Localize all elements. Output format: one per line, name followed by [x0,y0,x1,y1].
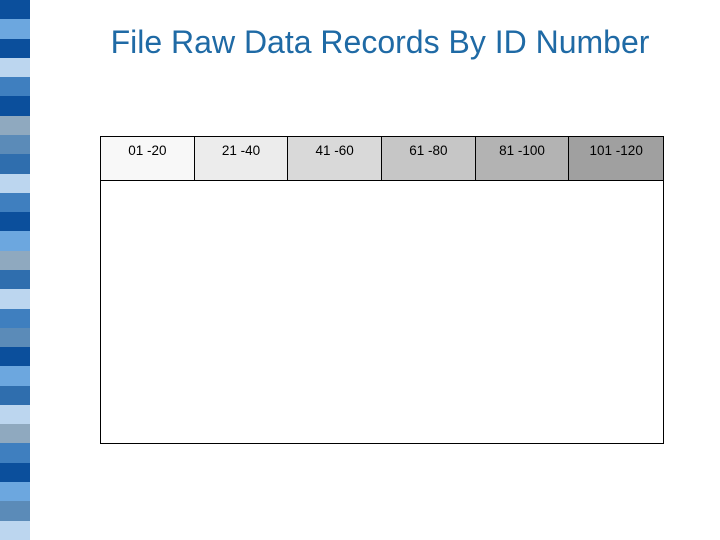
stripe-segment [0,39,30,58]
stripe-segment [0,212,30,231]
stripe-segment [0,77,30,96]
tab-41-60: 41 -60 [288,137,382,181]
tab-21-40: 21 -40 [195,137,289,181]
tab-101-120: 101 -120 [569,137,663,181]
stripe-segment [0,193,30,212]
stripe-segment [0,521,30,540]
stripe-segment [0,463,30,482]
stripe-segment [0,328,30,347]
stripe-segment [0,443,30,462]
stripe-segment [0,366,30,385]
slide: File Raw Data Records By ID Number 01 -2… [0,0,720,540]
tab-row: 01 -20 21 -40 41 -60 61 -80 81 -100 101 … [101,137,663,181]
stripe-segment [0,270,30,289]
stripe-segment [0,154,30,173]
stripe-segment [0,231,30,250]
tab-81-100: 81 -100 [476,137,570,181]
slide-title: File Raw Data Records By ID Number [100,24,660,61]
stripe-segment [0,58,30,77]
tab-61-80: 61 -80 [382,137,476,181]
stripe-segment [0,251,30,270]
stripe-segment [0,19,30,38]
file-box: 01 -20 21 -40 41 -60 61 -80 81 -100 101 … [100,136,664,444]
stripe-segment [0,96,30,115]
stripe-segment [0,135,30,154]
stripe-segment [0,482,30,501]
stripe-segment [0,386,30,405]
stripe-segment [0,347,30,366]
stripe-segment [0,501,30,520]
stripe-segment [0,405,30,424]
tab-01-20: 01 -20 [101,137,195,181]
stripe-segment [0,309,30,328]
stripe-segment [0,289,30,308]
stripe-segment [0,0,30,19]
decorative-left-stripe [0,0,30,540]
stripe-segment [0,174,30,193]
stripe-segment [0,116,30,135]
stripe-segment [0,424,30,443]
